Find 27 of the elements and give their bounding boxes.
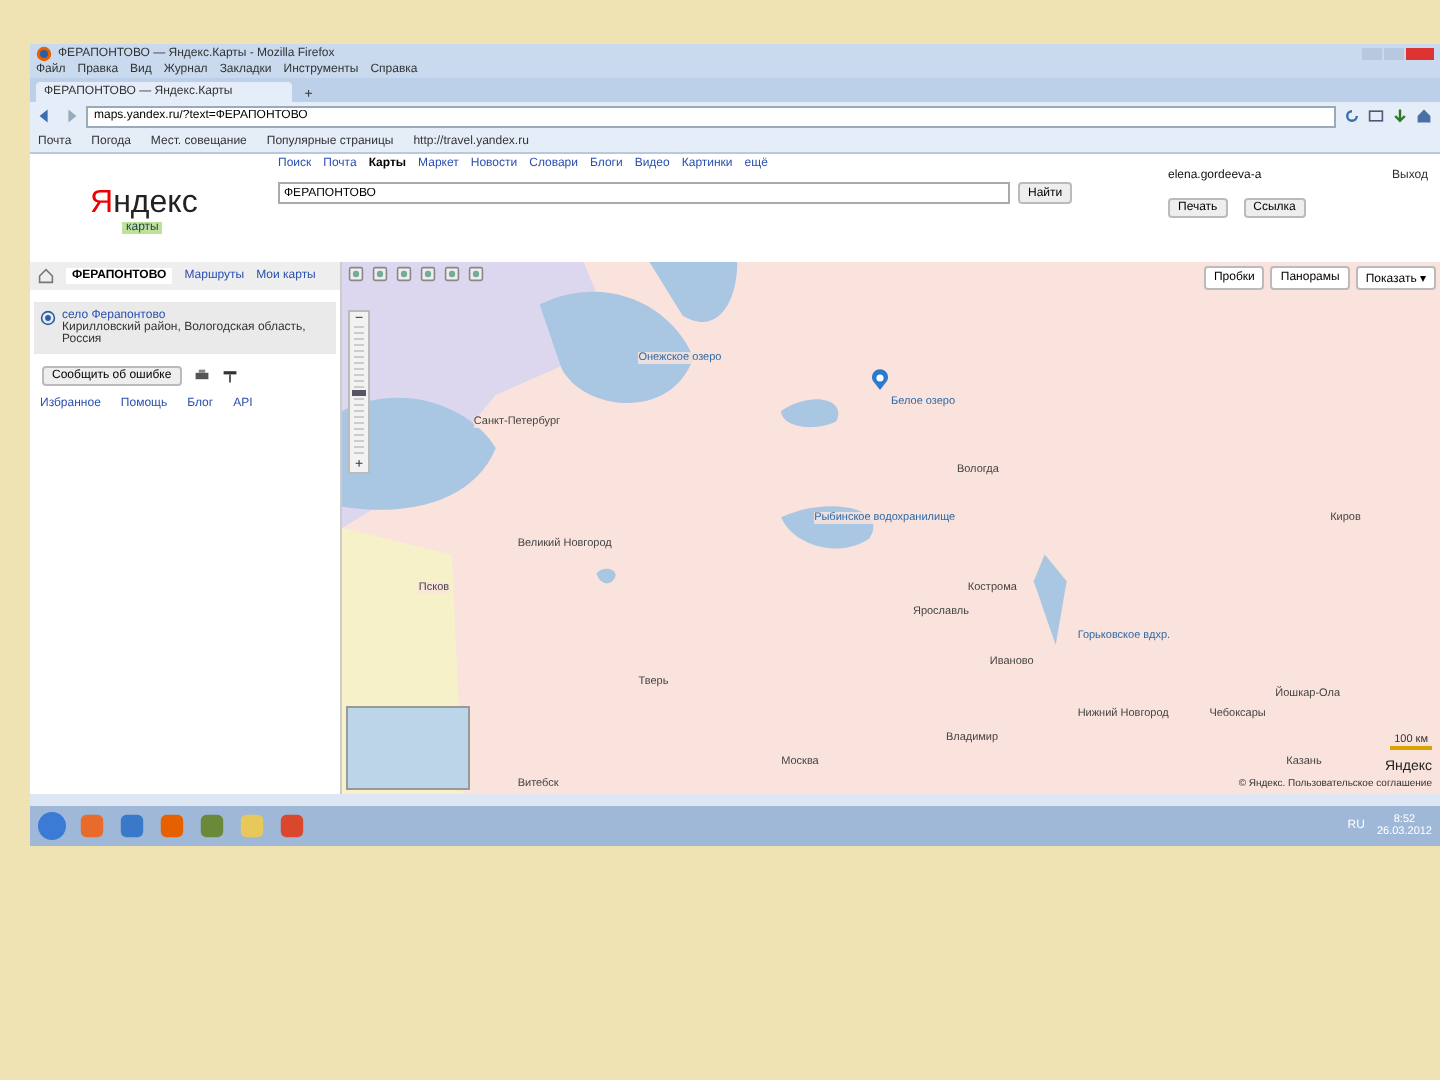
printer-icon[interactable] — [193, 368, 210, 384]
back-icon[interactable] — [38, 108, 54, 124]
reload-icon[interactable] — [1344, 108, 1360, 124]
download-icon[interactable] — [1392, 108, 1408, 124]
map-tool-icon[interactable] — [444, 266, 460, 282]
target-icon[interactable] — [40, 310, 56, 326]
taskbar-app-icon[interactable] — [158, 812, 186, 840]
overview-map[interactable] — [346, 706, 470, 790]
forward-icon[interactable] — [62, 108, 78, 124]
map-tool-icon[interactable] — [348, 266, 364, 282]
taskbar-app-icon[interactable] — [118, 812, 146, 840]
map-tool-icon[interactable] — [396, 266, 412, 282]
location-pin-icon[interactable] — [869, 368, 890, 393]
close-button[interactable] — [1406, 47, 1434, 59]
zoom-slider[interactable] — [354, 326, 364, 458]
taskbar-app-icon[interactable] — [198, 812, 226, 840]
zoom-thumb[interactable] — [352, 390, 366, 396]
firefox-icon[interactable] — [36, 45, 52, 61]
home-icon[interactable] — [1416, 108, 1432, 124]
yandex-logo[interactable]: Яндекс — [90, 186, 250, 222]
map-tool-icon[interactable] — [468, 266, 484, 282]
home-icon[interactable] — [38, 268, 54, 284]
taskbar-app-icon[interactable] — [278, 812, 306, 840]
start-button[interactable] — [38, 812, 66, 840]
map-tool-icon[interactable] — [372, 266, 388, 282]
map-tool-icon[interactable] — [420, 266, 436, 282]
taskbar-app-icon[interactable] — [78, 812, 106, 840]
